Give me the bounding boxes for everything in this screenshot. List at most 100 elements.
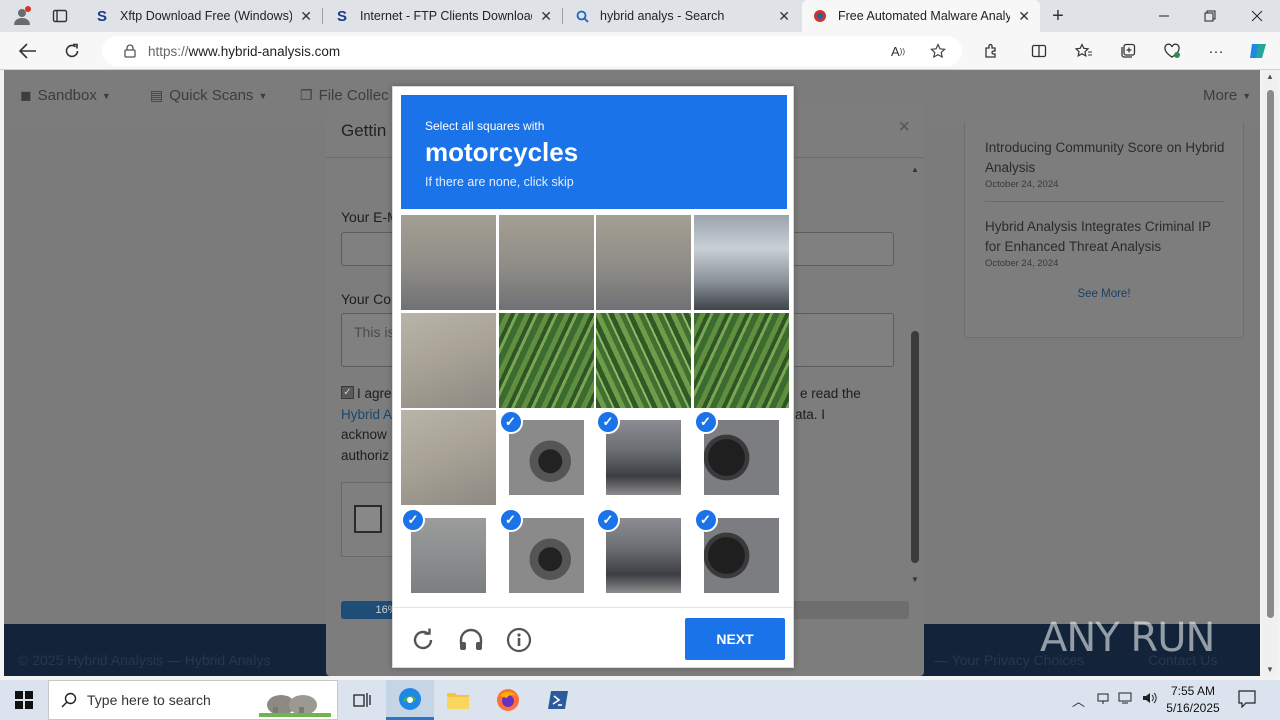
captcha-tile[interactable]: ✓ [401, 507, 496, 603]
close-window-icon[interactable] [1243, 3, 1271, 29]
scroll-up-icon[interactable]: ▲ [1265, 72, 1275, 81]
see-more-link[interactable]: See More! [965, 288, 1243, 300]
task-view-icon[interactable] [338, 680, 386, 720]
captcha-tile[interactable] [498, 215, 594, 310]
captcha-target: motorcycles [425, 137, 579, 167]
close-tab-icon[interactable]: ✕ [300, 8, 312, 25]
tab-xftp[interactable]: S Xftp Download Free (Windows) - ✕ [84, 0, 322, 32]
taskbar-search-input[interactable]: Type here to search [48, 680, 338, 720]
modal-title: Gettin [341, 121, 387, 140]
edge-taskbar-icon[interactable] [386, 680, 434, 720]
favorites-icon[interactable] [1070, 38, 1098, 64]
captcha-controls: NEXT [393, 607, 793, 669]
profile-icon[interactable] [8, 3, 36, 29]
new-tab-icon[interactable]: + [1044, 3, 1072, 29]
captcha-tile[interactable]: ✓ [693, 507, 789, 603]
scroll-thumb[interactable] [1267, 90, 1274, 618]
divider [985, 201, 1225, 202]
scroll-up-icon[interactable]: ▲ [910, 165, 920, 174]
network-icon[interactable] [1096, 691, 1110, 708]
caret-down-icon: ▼ [1242, 90, 1252, 101]
nav-label: Sandbox [37, 87, 97, 104]
browser-essentials-icon[interactable] [1158, 38, 1186, 64]
email-label: Your E-M [341, 209, 399, 225]
news-date: October 24, 2024 [985, 258, 1059, 269]
close-tab-icon[interactable]: ✕ [540, 8, 552, 25]
captcha-checkbox[interactable] [354, 505, 382, 533]
anyrun-watermark: ANY RUN [1040, 615, 1215, 661]
captcha-tile[interactable]: ✓ [596, 507, 691, 603]
captcha-tile[interactable] [596, 215, 691, 310]
agree-link[interactable]: Hybrid A [341, 405, 392, 426]
captcha-tile[interactable]: ✓ [498, 410, 594, 505]
agree-text: e read the [800, 386, 861, 401]
news-title[interactable]: Hybrid Analysis Integrates Criminal IP f… [985, 217, 1225, 257]
refresh-icon[interactable] [58, 38, 86, 64]
favorite-star-icon[interactable] [924, 38, 952, 64]
close-tab-icon[interactable]: ✕ [778, 8, 790, 25]
scroll-thumb[interactable] [911, 331, 919, 563]
scroll-down-icon[interactable]: ▼ [910, 575, 920, 584]
info-icon[interactable] [505, 626, 533, 654]
captcha-tile[interactable] [596, 312, 691, 408]
captcha-tile[interactable] [401, 410, 496, 505]
captcha-tile[interactable]: ✓ [596, 410, 691, 505]
news-item[interactable]: Introducing Community Score on Hybrid An… [985, 138, 1225, 202]
nav-more[interactable]: More ▼ [1203, 87, 1251, 104]
more-options-icon[interactable]: ··· [1202, 38, 1230, 64]
captcha-tile-image [401, 410, 496, 505]
notifications-icon[interactable] [1238, 690, 1256, 711]
copilot-icon[interactable] [1244, 38, 1272, 64]
back-icon[interactable] [14, 38, 42, 64]
browser-toolbar: https://www.hybrid-analysis.com A)) ··· [0, 32, 1280, 70]
nav-sandbox[interactable]: ◼ Sandbox ▼ [20, 87, 111, 104]
firefox-icon[interactable] [484, 680, 532, 720]
tab-ftp-clients[interactable]: S Internet - FTP Clients Downloads ✕ [324, 0, 562, 32]
tab-hybrid-analysis[interactable]: Free Automated Malware Analysi ✕ [802, 0, 1040, 32]
nav-quick-scans[interactable]: ▤ Quick Scans ▼ [150, 87, 267, 104]
news-item[interactable]: Hybrid Analysis Integrates Criminal IP f… [985, 217, 1225, 269]
close-tab-icon[interactable]: ✕ [1018, 8, 1030, 25]
captcha-hint: If there are none, click skip [425, 175, 574, 189]
display-icon[interactable] [1118, 691, 1134, 708]
file-explorer-icon[interactable] [434, 680, 482, 720]
captcha-tile[interactable] [401, 215, 496, 310]
comment-placeholder: This is [354, 324, 395, 340]
captcha-tile[interactable] [693, 215, 789, 310]
powershell-icon[interactable] [534, 680, 582, 720]
taskbar-clock[interactable]: 7:55 AM 5/16/2025 [1162, 683, 1224, 717]
captcha-tile[interactable]: ✓ [498, 507, 594, 603]
news-title[interactable]: Introducing Community Score on Hybrid An… [985, 138, 1225, 178]
collections-icon[interactable] [1114, 38, 1142, 64]
captcha-tile[interactable] [498, 312, 594, 408]
audio-challenge-icon[interactable] [457, 626, 485, 654]
tab-title: Internet - FTP Clients Downloads [360, 9, 533, 23]
scroll-down-icon[interactable]: ▼ [1265, 665, 1275, 674]
split-screen-icon[interactable] [1025, 38, 1053, 64]
restore-icon[interactable] [1196, 3, 1224, 29]
agree-text: ata. I [795, 407, 826, 422]
close-icon[interactable]: × [898, 116, 910, 139]
address-bar[interactable]: https://www.hybrid-analysis.com A)) [102, 36, 962, 66]
captcha-tile[interactable] [693, 312, 789, 408]
tab-search[interactable]: hybrid analys - Search ✕ [564, 0, 800, 32]
page-scrollbar[interactable]: ▲ ▼ [1262, 70, 1278, 676]
captcha-tile[interactable]: ✓ [693, 410, 789, 505]
refresh-icon[interactable] [409, 626, 437, 654]
captcha-tile[interactable] [401, 312, 496, 408]
volume-icon[interactable] [1142, 691, 1158, 708]
search-placeholder: Type here to search [87, 692, 211, 708]
modal-scrollbar[interactable]: ▲ ▼ [910, 165, 920, 584]
next-button[interactable]: NEXT [685, 618, 785, 660]
hybrid-analysis-link[interactable]: Hybrid A [341, 407, 392, 422]
show-hidden-icons-icon[interactable]: ︿ [1072, 691, 1085, 710]
tab-title: Xftp Download Free (Windows) - [120, 9, 293, 23]
extensions-icon[interactable] [977, 38, 1005, 64]
read-aloud-icon[interactable]: A)) [884, 38, 912, 64]
minimize-icon[interactable] [1150, 3, 1178, 29]
cube-icon: ◼ [20, 87, 32, 103]
lock-icon[interactable] [116, 38, 144, 64]
agree-checkbox[interactable]: ✓ [341, 386, 354, 399]
start-button[interactable] [0, 680, 48, 720]
tab-actions-icon[interactable] [46, 3, 74, 29]
